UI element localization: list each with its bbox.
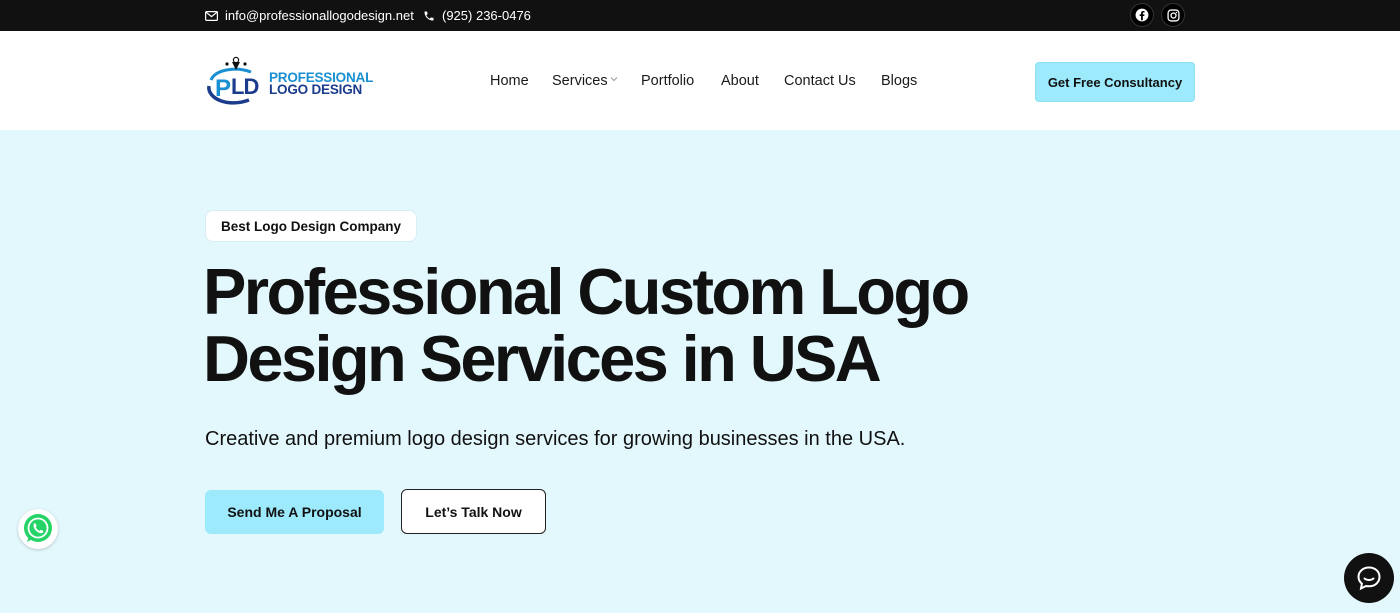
- nav-home[interactable]: Home: [490, 31, 529, 130]
- send-proposal-button[interactable]: Send Me A Proposal: [205, 490, 384, 534]
- hero-title-line-2: Design Services in USA: [203, 322, 882, 395]
- nav-about[interactable]: About: [721, 31, 759, 130]
- facebook-icon: [1135, 8, 1149, 22]
- facebook-link[interactable]: [1130, 3, 1154, 27]
- phone-icon: [424, 11, 434, 20]
- nav-services-label: Services: [552, 72, 608, 89]
- email-text: info@professionallogodesign.net: [225, 8, 414, 23]
- hero-subtitle: Creative and premium logo design service…: [205, 428, 906, 450]
- hero-badge: Best Logo Design Company: [205, 210, 417, 242]
- svg-text:LD: LD: [231, 74, 258, 99]
- phone-text: (925) 236-0476: [442, 8, 531, 23]
- top-bar: info@professionallogodesign.net (925) 23…: [0, 0, 1400, 31]
- whatsapp-button[interactable]: [18, 509, 58, 549]
- site-header: P LD PROFESSIONAL LOGO DESIGN Home Servi…: [0, 31, 1400, 130]
- nav-blogs[interactable]: Blogs: [881, 31, 917, 130]
- mail-icon: [205, 10, 218, 21]
- whatsapp-icon: [24, 514, 52, 542]
- get-free-consultancy-button[interactable]: Get Free Consultancy: [1035, 62, 1195, 102]
- logo-line-2: LOGO DESIGN: [269, 82, 363, 97]
- instagram-link[interactable]: [1161, 3, 1185, 27]
- hero-title-line-1: Professional Custom Logo: [203, 255, 970, 328]
- logo-wordmark: PROFESSIONAL LOGO DESIGN: [269, 71, 373, 97]
- logo-mark-icon: P LD: [207, 56, 259, 105]
- hero-title: Professional Custom Logo Design Services…: [203, 258, 1103, 392]
- svg-text:P: P: [215, 75, 231, 102]
- chat-button[interactable]: [1344, 553, 1394, 603]
- phone-link[interactable]: (925) 236-0476: [423, 0, 531, 31]
- instagram-icon: [1166, 8, 1180, 22]
- site-logo[interactable]: P LD PROFESSIONAL LOGO DESIGN: [205, 56, 375, 108]
- nav-contact-us[interactable]: Contact Us: [784, 31, 856, 130]
- nav-portfolio[interactable]: Portfolio: [641, 31, 694, 130]
- email-link[interactable]: info@professionallogodesign.net: [205, 0, 414, 31]
- chat-icon: [1357, 566, 1381, 591]
- lets-talk-button[interactable]: Let’s Talk Now: [401, 489, 546, 534]
- nav-services[interactable]: Services: [552, 31, 618, 130]
- chevron-down-icon: [610, 76, 617, 81]
